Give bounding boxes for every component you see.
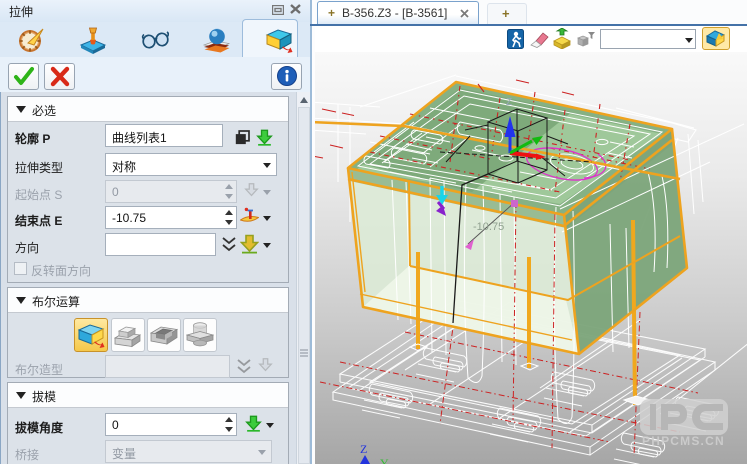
svg-text:PHPCMS.CN: PHPCMS.CN	[642, 434, 725, 448]
svg-text:Y: Y	[380, 456, 389, 464]
svg-text:Z: Z	[360, 442, 367, 456]
svg-text:Z: Z	[506, 97, 512, 108]
svg-text:-10.75: -10.75	[473, 221, 504, 233]
